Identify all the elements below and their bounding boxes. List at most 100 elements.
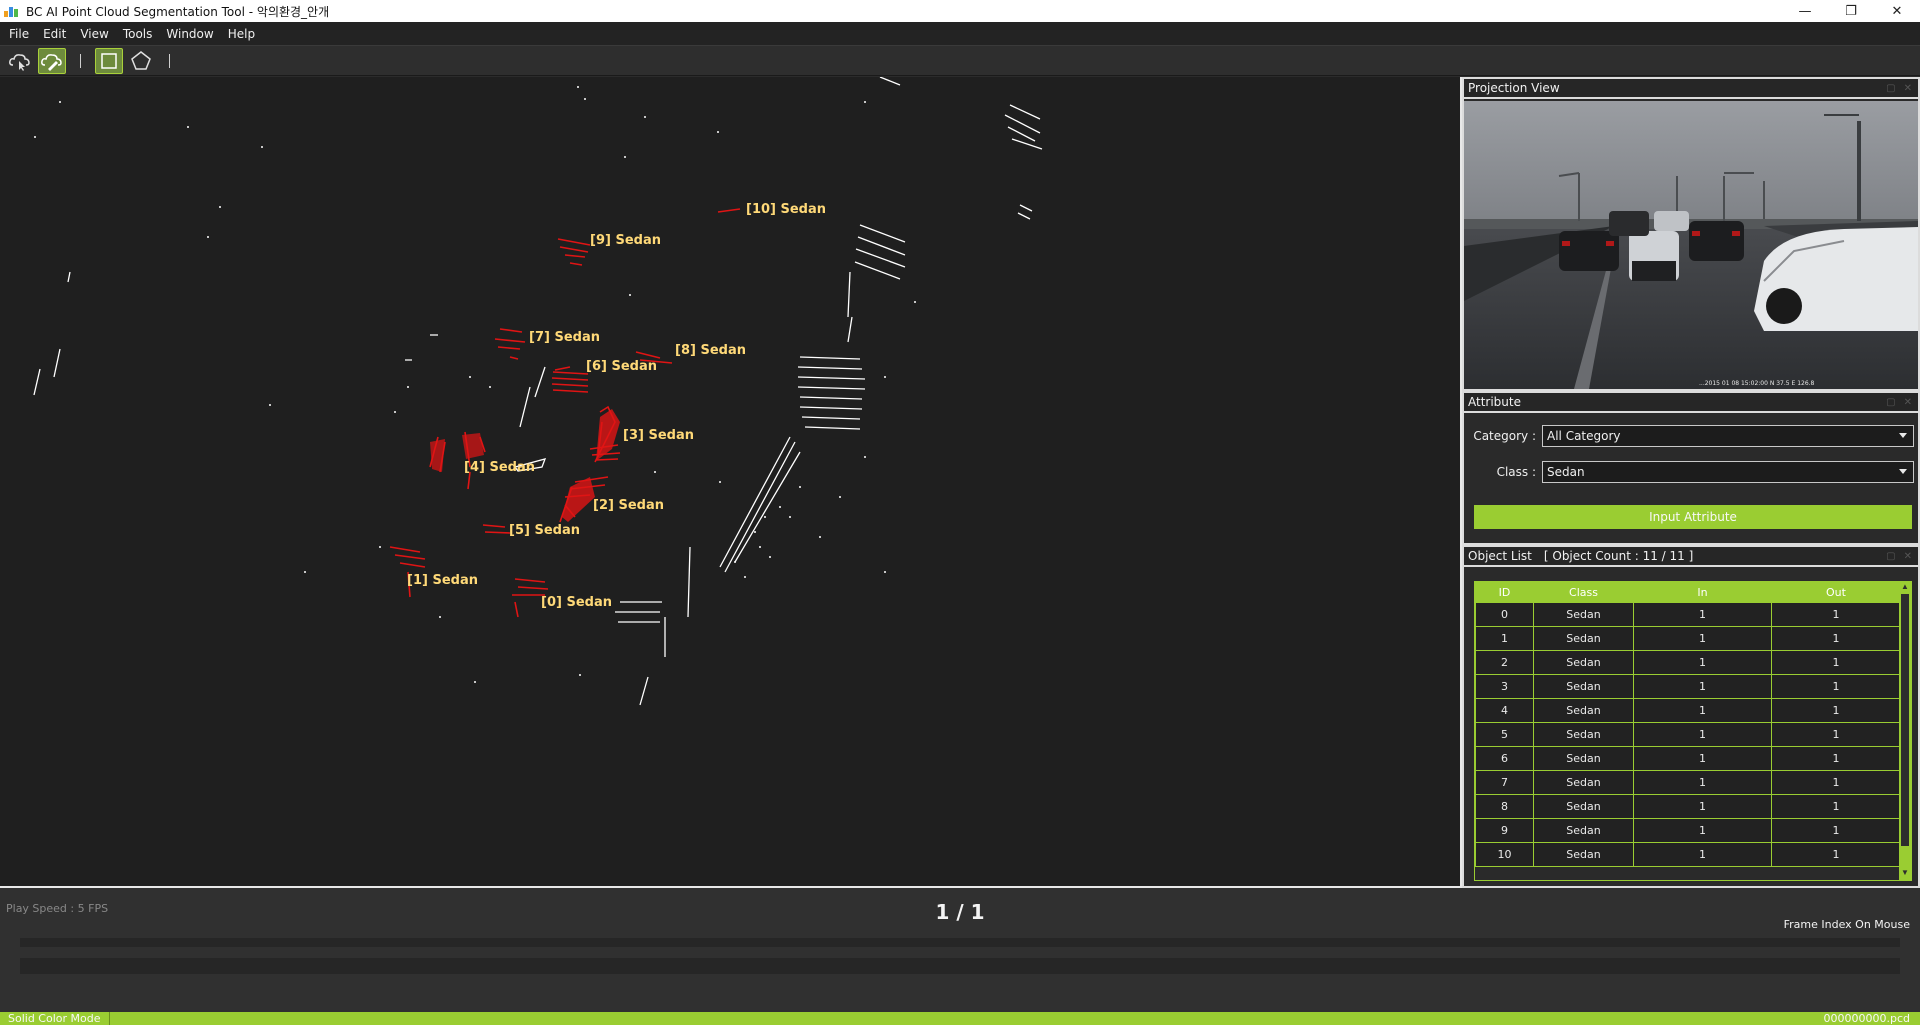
object-label[interactable]: [6] Sedan <box>586 359 657 374</box>
timeline-track[interactable] <box>20 958 1900 974</box>
frame-index-mode[interactable]: Frame Index On Mouse <box>1784 918 1910 931</box>
polygon-select-icon <box>131 50 151 70</box>
table-header-row: ID Class In Out <box>1475 582 1901 603</box>
camera-image: ...2015 01 08 15:02:00 N 37.5 E 126.8 <box>1464 101 1918 389</box>
cell-in: 1 <box>1633 746 1772 771</box>
input-attribute-button[interactable]: Input Attribute <box>1474 505 1912 529</box>
cell-out: 1 <box>1771 794 1901 819</box>
cell-in: 1 <box>1633 722 1772 747</box>
cloud-brush-button[interactable] <box>38 47 66 74</box>
cell-in: 1 <box>1633 842 1772 867</box>
column-header-in[interactable]: In <box>1633 582 1772 603</box>
close-button[interactable]: ✕ <box>1874 0 1920 22</box>
object-label[interactable]: [1] Sedan <box>407 573 478 588</box>
polygon-select-button[interactable] <box>127 48 155 74</box>
table-row[interactable]: 10 Sedan 1 1 <box>1475 842 1901 867</box>
table-row[interactable]: 8 Sedan 1 1 <box>1475 794 1901 819</box>
table-row[interactable]: 4 Sedan 1 1 <box>1475 698 1901 723</box>
maximize-button[interactable]: ❐ <box>1828 0 1874 22</box>
cloud-select-button[interactable] <box>6 48 34 74</box>
camera-overlay-text: ...2015 01 08 15:02:00 N 37.5 E 126.8 <box>1699 380 1815 387</box>
table-row[interactable]: 1 Sedan 1 1 <box>1475 626 1901 651</box>
segmented-objects <box>389 208 741 618</box>
panel-title: Object List <box>1468 549 1532 563</box>
table-row[interactable]: 3 Sedan 1 1 <box>1475 674 1901 699</box>
rectangle-select-button[interactable] <box>95 47 123 74</box>
cell-out: 1 <box>1771 770 1901 795</box>
cell-out: 1 <box>1771 650 1901 675</box>
point-cloud-viewport[interactable]: [10] Sedan [9] Sedan [7] Sedan [8] Sedan… <box>0 77 1460 888</box>
float-icon[interactable]: ▢ <box>1886 397 1895 408</box>
float-icon[interactable]: ▢ <box>1886 83 1895 94</box>
table-row[interactable]: 2 Sedan 1 1 <box>1475 650 1901 675</box>
scrollbar-thumb[interactable] <box>1901 594 1909 846</box>
background-points <box>33 77 1043 706</box>
object-label[interactable]: [5] Sedan <box>509 523 580 538</box>
cell-id: 5 <box>1475 722 1534 747</box>
cell-id: 1 <box>1475 626 1534 651</box>
cell-out: 1 <box>1771 602 1901 627</box>
table-row[interactable]: 5 Sedan 1 1 <box>1475 722 1901 747</box>
object-label[interactable]: [0] Sedan <box>541 595 612 610</box>
column-header-out[interactable]: Out <box>1771 582 1901 603</box>
table-row[interactable]: 9 Sedan 1 1 <box>1475 818 1901 843</box>
object-label[interactable]: [3] Sedan <box>623 428 694 443</box>
menu-window[interactable]: Window <box>159 27 220 41</box>
table-row[interactable]: 6 Sedan 1 1 <box>1475 746 1901 771</box>
object-label[interactable]: [9] Sedan <box>590 233 661 248</box>
category-value: All Category <box>1547 429 1621 443</box>
column-header-class[interactable]: Class <box>1533 582 1634 603</box>
object-10-points <box>717 208 741 213</box>
menu-view[interactable]: View <box>73 27 115 41</box>
chevron-down-icon <box>1899 469 1907 474</box>
attribute-panel: Attribute ▢ ✕ Category : All Category Cla… <box>1462 391 1920 545</box>
cell-class: Sedan <box>1533 674 1634 699</box>
cell-out: 1 <box>1771 698 1901 723</box>
cell-class: Sedan <box>1533 818 1634 843</box>
object-label[interactable]: [8] Sedan <box>675 343 746 358</box>
cell-class: Sedan <box>1533 794 1634 819</box>
table-scrollbar[interactable]: ▲ ▼ <box>1899 582 1911 880</box>
close-icon[interactable]: ✕ <box>1904 397 1912 408</box>
table-row[interactable]: 7 Sedan 1 1 <box>1475 770 1901 795</box>
float-icon[interactable]: ▢ <box>1886 551 1895 562</box>
scroll-down-icon[interactable]: ▼ <box>1899 868 1911 880</box>
cell-id: 8 <box>1475 794 1534 819</box>
object-label[interactable]: [4] Sedan <box>464 460 535 475</box>
cell-id: 3 <box>1475 674 1534 699</box>
scatter-points <box>34 86 916 683</box>
object-label[interactable]: [10] Sedan <box>746 202 826 217</box>
projection-view-panel: Projection View ▢ ✕ ...2015 01 08 15:02:… <box>1462 77 1920 391</box>
close-icon[interactable]: ✕ <box>1904 551 1912 562</box>
cell-out: 1 <box>1771 818 1901 843</box>
cell-in: 1 <box>1633 794 1772 819</box>
cell-id: 10 <box>1475 842 1534 867</box>
menu-file[interactable]: File <box>2 27 36 41</box>
object-6-points <box>551 366 589 393</box>
minimize-button[interactable]: — <box>1782 0 1828 22</box>
column-header-id[interactable]: ID <box>1475 582 1534 603</box>
object-label[interactable]: [7] Sedan <box>529 330 600 345</box>
app-logo-icon <box>4 5 22 17</box>
object-label[interactable]: [2] Sedan <box>593 498 664 513</box>
current-file-status: 000000000.pcd <box>1823 1012 1911 1025</box>
menu-edit[interactable]: Edit <box>36 27 73 41</box>
render-mode-status: Solid Color Mode <box>0 1012 110 1025</box>
cell-out: 1 <box>1771 842 1901 867</box>
cell-out: 1 <box>1771 626 1901 651</box>
table-row[interactable]: 0 Sedan 1 1 <box>1475 602 1901 627</box>
class-select[interactable]: Sedan <box>1542 461 1914 483</box>
scroll-up-icon[interactable]: ▲ <box>1899 582 1911 594</box>
cell-in: 1 <box>1633 626 1772 651</box>
panel-title: Attribute <box>1468 395 1521 409</box>
menu-tools[interactable]: Tools <box>116 27 160 41</box>
cell-in: 1 <box>1633 770 1772 795</box>
category-select[interactable]: All Category <box>1542 425 1914 447</box>
cloud-brush-icon <box>41 53 62 71</box>
frame-slider[interactable] <box>20 938 1900 947</box>
menu-help[interactable]: Help <box>221 27 262 41</box>
title-bar: BC AI Point Cloud Segmentation Tool - 악의… <box>0 0 1920 22</box>
object-table: ID Class In Out 0 Sedan 1 1 1 Sedan 1 1 2 Sedan… <box>1475 582 1901 867</box>
close-icon[interactable]: ✕ <box>1904 83 1912 94</box>
panel-header: Attribute ▢ ✕ <box>1464 393 1918 413</box>
